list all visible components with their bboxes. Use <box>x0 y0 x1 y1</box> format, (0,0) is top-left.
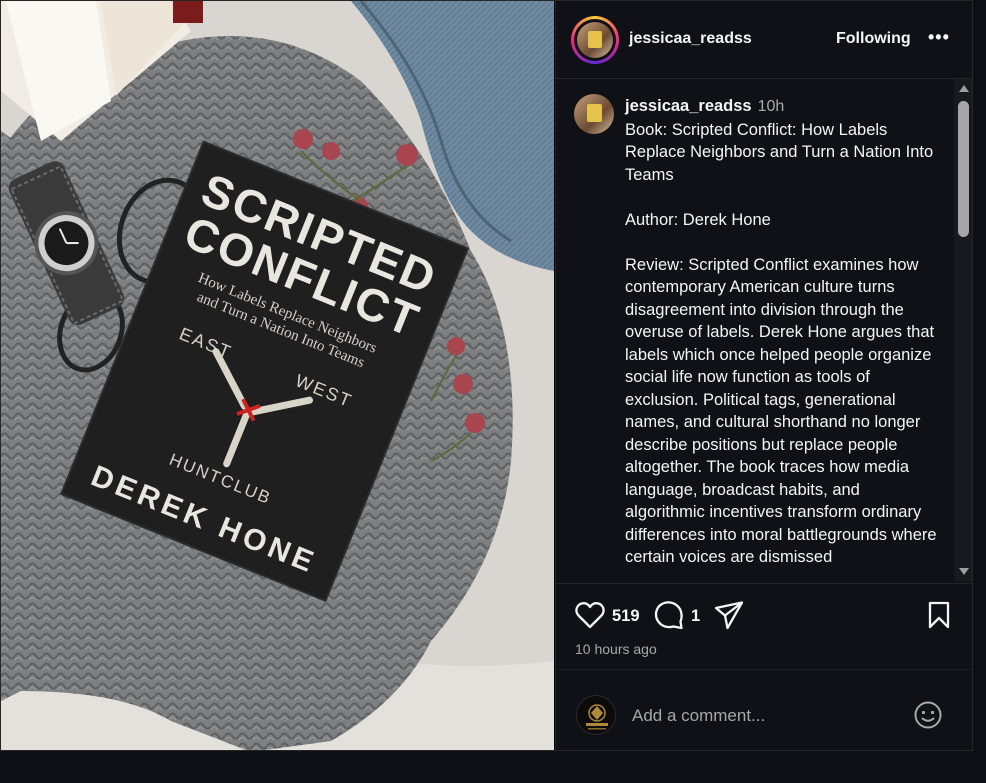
comment-icon[interactable] <box>654 600 684 630</box>
post-photo[interactable]: SCRIPTED CONFLICT How Labels Replace Nei… <box>1 1 554 750</box>
story-ring-avatar[interactable] <box>571 16 619 64</box>
caption: jessicaa_readss 10h Book: Scripted Confli… <box>625 95 943 569</box>
following-button[interactable]: Following <box>836 30 911 48</box>
avatar <box>577 22 613 58</box>
like-count[interactable]: 519 <box>612 607 640 626</box>
add-comment-row <box>556 669 972 750</box>
scroll-down-arrow-icon[interactable] <box>959 568 969 575</box>
bookmark-icon[interactable] <box>927 601 951 629</box>
caption-text: Book: Scripted Conflict: How Labels Repl… <box>625 120 937 567</box>
heart-icon[interactable] <box>575 601 605 629</box>
share-icon[interactable] <box>714 600 744 630</box>
scroll-up-arrow-icon[interactable] <box>959 85 969 92</box>
caption-username[interactable]: jessicaa_readss <box>625 97 752 115</box>
scroll-thumb[interactable] <box>958 101 969 237</box>
header-username[interactable]: jessicaa_readss <box>629 30 752 48</box>
more-icon[interactable]: ••• <box>928 27 950 48</box>
comments-scrollbar[interactable] <box>954 79 972 582</box>
post-time-ago[interactable]: 10 hours ago <box>575 641 657 657</box>
emoji-icon[interactable] <box>913 700 943 730</box>
post-header: jessicaa_readss Following ••• <box>556 1 972 79</box>
current-user-avatar <box>576 695 616 735</box>
post-modal: SCRIPTED CONFLICT How Labels Replace Nei… <box>0 0 973 751</box>
action-bar: 519 1 10 hours ago <box>556 583 972 670</box>
caption-time[interactable]: 10h <box>758 98 785 115</box>
caption-avatar[interactable] <box>574 94 614 134</box>
comments-area[interactable]: jessicaa_readss 10h Book: Scripted Confli… <box>556 79 956 582</box>
comment-count[interactable]: 1 <box>691 607 700 626</box>
post-side-panel: jessicaa_readss Following ••• jessicaa_r… <box>555 1 972 750</box>
post-photo-art: SCRIPTED CONFLICT How Labels Replace Nei… <box>1 1 554 750</box>
add-comment-input[interactable] <box>630 700 914 732</box>
